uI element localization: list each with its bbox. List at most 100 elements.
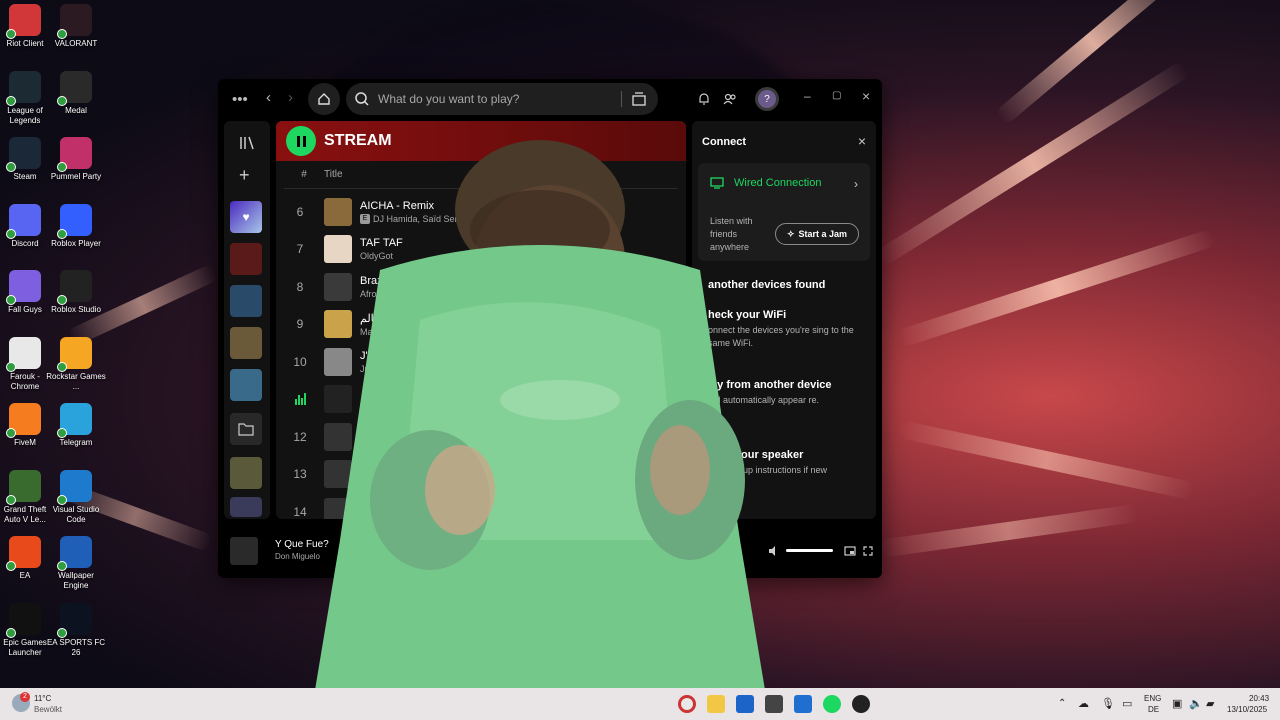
- track-cover: [324, 422, 352, 451]
- spotify-taskbar-icon[interactable]: [823, 695, 841, 713]
- notifications-bell-icon[interactable]: [698, 92, 710, 106]
- mini-player-icon[interactable]: [844, 546, 856, 556]
- forward-arrow-icon[interactable]: ›: [288, 89, 293, 106]
- desktop-shortcut[interactable]: EA SPORTS FC 26: [46, 602, 106, 658]
- roblox-icon: [57, 203, 92, 239]
- track-artist[interactable]: OldyGot: [360, 251, 393, 261]
- back-arrow-icon[interactable]: ‹: [266, 89, 271, 106]
- track-artist[interactable]: Afrot: [360, 289, 379, 299]
- liked-songs-item[interactable]: ♥: [230, 201, 262, 233]
- home-button[interactable]: [308, 83, 340, 115]
- close-connect-button[interactable]: ×: [858, 133, 866, 149]
- display-icon[interactable]: ▭: [1122, 697, 1132, 710]
- track-artist[interactable]: Ju: [360, 364, 370, 374]
- close-window-button[interactable]: ×: [862, 88, 870, 104]
- search-input[interactable]: What do you want to play?: [346, 83, 658, 115]
- track-title[interactable]: J'o: [360, 350, 374, 362]
- microphone-icon[interactable]: 🎙: [1101, 697, 1115, 710]
- pause-button[interactable]: [286, 126, 316, 156]
- home-icon: [318, 93, 330, 105]
- track-title[interactable]: Brazil: [360, 275, 388, 287]
- pause-icon: [296, 135, 300, 147]
- track-info: AICHA - Remix E DJ Hamida, Saïd Senh: [360, 200, 465, 224]
- track-row[interactable]: 6 AICHA - Remix E DJ Hamida, Saïd Senh: [276, 193, 686, 230]
- track-artist[interactable]: DJ Hamida, Saïd Senh: [373, 214, 465, 224]
- library-item-5[interactable]: [230, 457, 262, 489]
- track-cover: [324, 235, 352, 263]
- connect-tip: heck your WiFi onnect the devices you're …: [708, 309, 858, 350]
- track-row[interactable]: 10 J'o Ju: [276, 343, 686, 380]
- chrome-taskbar-icon[interactable]: [678, 695, 696, 713]
- track-row[interactable]: 12: [276, 418, 686, 455]
- library-item-3[interactable]: [230, 327, 262, 359]
- profile-avatar-button[interactable]: ?: [755, 87, 779, 111]
- desktop-shortcut[interactable]: Medal: [46, 70, 106, 116]
- tray-overflow-chevron-icon[interactable]: ⌃: [1058, 698, 1066, 709]
- friend-activity-icon[interactable]: [723, 92, 737, 106]
- track-title[interactable]: عالم: [360, 312, 381, 325]
- more-menu-icon[interactable]: •••: [232, 91, 248, 108]
- clock-date[interactable]: 13/10/2025: [1227, 705, 1267, 714]
- track-cover: [324, 497, 352, 519]
- store-icon[interactable]: [736, 695, 754, 713]
- now-playing-title[interactable]: Y Que Fue?: [275, 539, 329, 550]
- track-row[interactable]: [276, 381, 686, 418]
- start-jam-button[interactable]: ✧ Start a Jam: [775, 223, 859, 245]
- desktop-shortcut[interactable]: Roblox Player: [46, 203, 106, 249]
- desktop-shortcut[interactable]: Rockstar Games ...: [46, 336, 106, 392]
- weather-desc[interactable]: Bewölkt: [34, 705, 62, 714]
- track-title[interactable]: AICHA - Remix: [360, 200, 465, 212]
- weather-temp[interactable]: 11°C: [34, 694, 51, 703]
- minimize-button[interactable]: –: [804, 89, 811, 103]
- desktop-shortcut[interactable]: Telegram: [46, 403, 106, 448]
- library-item-6[interactable]: [230, 497, 262, 517]
- library-item-1[interactable]: [230, 243, 262, 275]
- desktop-shortcut[interactable]: Pummel Party: [46, 137, 106, 182]
- desktop-shortcut[interactable]: VALORANT: [46, 4, 106, 49]
- fullscreen-icon[interactable]: [863, 546, 873, 556]
- track-row[interactable]: 13: [276, 456, 686, 493]
- synced-check-icon: [57, 561, 67, 571]
- wired-connection-row[interactable]: Wired Connection: [710, 177, 821, 189]
- connect-tip: lay from another device will automaticall…: [708, 379, 858, 407]
- chevron-right-icon[interactable]: ›: [854, 177, 858, 191]
- track-artist[interactable]: Mar: [360, 327, 376, 337]
- network-icon[interactable]: ▣: [1172, 697, 1182, 710]
- track-row[interactable]: 7 TAF TAF OldyGot: [276, 231, 686, 268]
- maximize-button[interactable]: ▢: [832, 90, 841, 101]
- wired-connection-label: Wired Connection: [734, 177, 822, 189]
- library-item-4[interactable]: [230, 369, 262, 401]
- speaker-icon[interactable]: 🔈: [1189, 697, 1203, 710]
- steam-taskbar-icon[interactable]: [852, 695, 870, 713]
- desktop-shortcut[interactable]: Roblox Studio: [46, 270, 106, 315]
- desktop-shortcut-label: Roblox Player: [51, 238, 101, 248]
- track-title[interactable]: TAF TAF: [360, 237, 403, 249]
- track-number: 9: [296, 317, 304, 331]
- synced-check-icon: [6, 162, 16, 172]
- now-playing-cover[interactable]: [230, 537, 258, 565]
- language-top[interactable]: ENG: [1144, 694, 1161, 703]
- app-taskbar-icon[interactable]: [765, 695, 783, 713]
- clock-time[interactable]: 20:43: [1249, 694, 1269, 703]
- volume-icon[interactable]: [768, 545, 780, 557]
- library-item-2[interactable]: [230, 285, 262, 317]
- create-plus-icon[interactable]: +: [239, 165, 250, 186]
- azure-icon[interactable]: [794, 695, 812, 713]
- desktop-shortcut[interactable]: Visual Studio Code: [46, 469, 106, 525]
- track-row[interactable]: 9 عالم Mar: [276, 306, 686, 343]
- folder-item[interactable]: [230, 413, 262, 445]
- now-playing-artist[interactable]: Don Miguelo: [275, 552, 320, 561]
- cloud-icon[interactable]: ☁: [1078, 697, 1089, 710]
- track-number: 6: [296, 204, 304, 219]
- browse-icon[interactable]: [632, 92, 646, 106]
- synced-check-icon: [57, 95, 67, 106]
- volume-slider[interactable]: [786, 549, 833, 552]
- desktop-shortcut[interactable]: Wallpaper Engine: [46, 536, 106, 591]
- language-bottom[interactable]: DE: [1148, 705, 1159, 714]
- battery-icon[interactable]: ▰: [1206, 697, 1214, 710]
- track-row[interactable]: 14: [276, 493, 686, 519]
- file-explorer-icon[interactable]: [707, 695, 725, 713]
- steam-icon: [6, 137, 41, 172]
- library-icon[interactable]: [239, 135, 255, 151]
- track-row[interactable]: 8 Brazil Afrot: [276, 268, 686, 305]
